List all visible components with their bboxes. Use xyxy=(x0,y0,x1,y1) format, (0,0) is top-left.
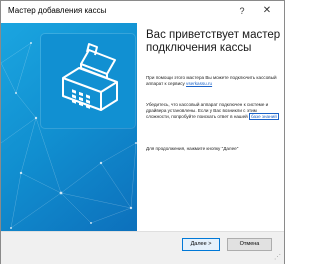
service-link[interactable]: vserkassu.ru xyxy=(186,81,212,86)
close-button[interactable]: ✕ xyxy=(258,3,276,19)
cash-register-icon xyxy=(62,43,118,111)
continue-paragraph: Для продолжения, нажмите кнопку "Далее" xyxy=(146,146,239,151)
intro-paragraph: При помощи этого мастера Вы можете подкл… xyxy=(146,75,280,87)
footer-bar: Далее > Отмена ⋰ xyxy=(1,231,284,264)
wizard-window: Мастер добавления кассы ? ✕ Вас приветст… xyxy=(0,0,285,264)
help-button[interactable]: ? xyxy=(233,3,251,19)
resize-grip-icon[interactable]: ⋰ xyxy=(274,254,282,262)
cancel-button[interactable]: Отмена xyxy=(227,238,272,251)
cash-register-tile xyxy=(41,34,135,128)
window-title: Мастер добавления кассы xyxy=(8,6,107,15)
next-button[interactable]: Далее > xyxy=(182,238,220,251)
knowledge-base-link[interactable]: базе знаний xyxy=(249,113,279,120)
welcome-panel: Вас приветствует мастер подключения касс… xyxy=(137,23,284,231)
check-paragraph: Убедитесь, что кассовый аппарат подключе… xyxy=(146,102,280,120)
panel-heading: Вас приветствует мастер подключения касс… xyxy=(146,29,281,54)
title-bar[interactable]: Мастер добавления кассы ? ✕ xyxy=(1,1,284,23)
